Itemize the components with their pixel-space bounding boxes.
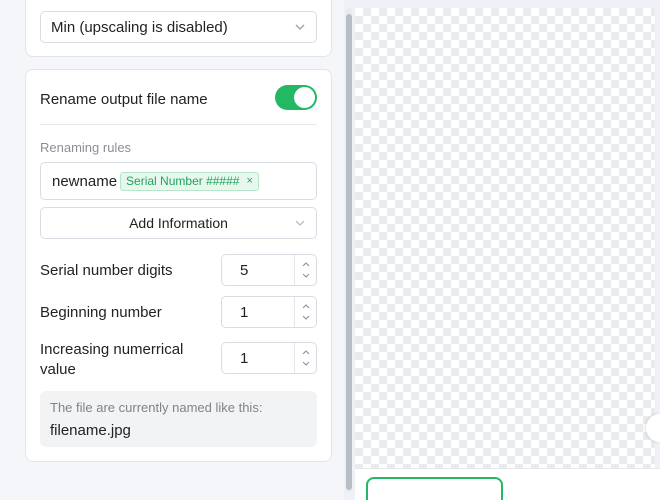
filename-preview-label: The file are currently named like this: xyxy=(50,400,263,415)
chevron-down-icon xyxy=(295,220,305,226)
close-icon[interactable]: × xyxy=(246,175,252,187)
divider xyxy=(40,124,317,125)
serial-number-tag-label: Serial Number ##### xyxy=(126,174,240,188)
scrollbar-thumb[interactable] xyxy=(346,14,352,490)
chevron-down-icon xyxy=(295,24,305,30)
app-window: Min (upscaling is disabled) Rename outpu… xyxy=(0,0,660,500)
rename-toggle[interactable] xyxy=(275,85,317,110)
stepper-arrows xyxy=(294,297,316,327)
chevron-up-icon[interactable] xyxy=(301,260,311,268)
beginning-number-value: 1 xyxy=(240,304,249,321)
filename-preview-value: filename.jpg xyxy=(50,422,131,439)
rename-input-text: newname xyxy=(52,172,118,190)
renaming-rules-input[interactable]: newname Serial Number ##### × xyxy=(40,162,317,200)
increasing-value-value: 1 xyxy=(240,350,249,367)
serial-digits-stepper[interactable]: 5 xyxy=(221,254,317,286)
beginning-number-label: Beginning number xyxy=(40,304,162,321)
chevron-down-icon[interactable] xyxy=(301,272,311,280)
settings-panel: Min (upscaling is disabled) Rename outpu… xyxy=(0,0,344,500)
chevron-down-icon[interactable] xyxy=(301,314,311,322)
bottom-action-button[interactable] xyxy=(366,477,503,500)
chevron-up-icon[interactable] xyxy=(301,348,311,356)
beginning-number-stepper[interactable]: 1 xyxy=(221,296,317,328)
chevron-up-icon[interactable] xyxy=(301,302,311,310)
chevron-down-icon[interactable] xyxy=(301,360,311,368)
rename-card: Rename output file name Renaming rules n… xyxy=(25,69,332,462)
add-information-select[interactable]: Add Information xyxy=(40,207,317,239)
serial-digits-value: 5 xyxy=(240,262,249,279)
serial-digits-label: Serial number digits xyxy=(40,262,173,279)
increasing-value-label: Increasing numerrical value xyxy=(40,341,184,378)
image-preview-canvas[interactable] xyxy=(355,8,655,468)
upscaling-card: Min (upscaling is disabled) xyxy=(25,0,332,57)
increasing-value-stepper[interactable]: 1 xyxy=(221,342,317,374)
upscaling-select[interactable]: Min (upscaling is disabled) xyxy=(40,11,317,43)
upscaling-select-value: Min (upscaling is disabled) xyxy=(51,18,228,36)
serial-number-tag: Serial Number ##### × xyxy=(120,171,259,191)
add-information-label: Add Information xyxy=(129,215,228,231)
stepper-arrows xyxy=(294,343,316,373)
rename-toggle-label: Rename output file name xyxy=(40,91,208,108)
toggle-knob xyxy=(294,87,315,108)
stepper-arrows xyxy=(294,255,316,285)
filename-preview: The file are currently named like this: … xyxy=(40,391,317,447)
renaming-rules-label: Renaming rules xyxy=(40,140,132,155)
